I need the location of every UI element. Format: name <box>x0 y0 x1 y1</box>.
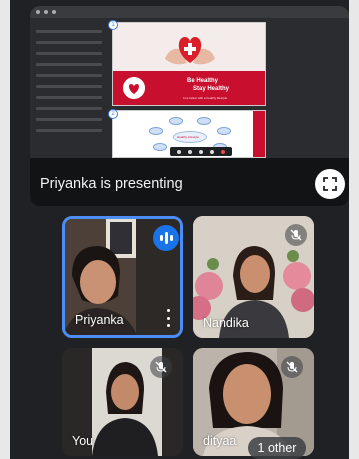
participant-tile-you[interactable]: You <box>62 348 183 456</box>
fullscreen-icon <box>323 177 337 191</box>
more-options-icon[interactable] <box>165 309 171 327</box>
mic-off-icon <box>150 356 172 378</box>
heart-hands-image <box>165 37 215 65</box>
slide-number-badge: 2 <box>108 109 118 119</box>
participant-name: dityaa <box>203 434 237 448</box>
participant-name: Nandika <box>203 316 249 330</box>
slide-tagline-1: Be Healthy <box>187 78 219 84</box>
participant-name: Priyanka <box>75 313 124 327</box>
slide-tagline-2: Stay Healthy <box>193 86 230 92</box>
participant-tile-priyanka[interactable]: Priyanka <box>62 216 183 338</box>
shared-screen: Be Healthy Stay Healthy Live better with… <box>30 6 349 158</box>
browser-dot <box>36 10 40 14</box>
meet-call-screen: Be Healthy Stay Healthy Live better with… <box>10 0 349 459</box>
presentation-area[interactable]: Be Healthy Stay Healthy Live better with… <box>30 6 349 206</box>
shared-browser-bar <box>30 6 349 18</box>
slide-tagline-small: Live better with a healthy lifestyle <box>183 96 228 100</box>
slide-number-badge: 1 <box>108 20 118 30</box>
speaking-indicator-icon <box>153 225 179 251</box>
browser-dot <box>52 10 56 14</box>
mic-off-icon <box>281 356 303 378</box>
participant-tile-nandika[interactable]: Nandika <box>193 216 314 338</box>
slide-thumbnail-1: Be Healthy Stay Healthy Live better with… <box>112 22 266 106</box>
shared-meet-controls <box>170 147 232 156</box>
fullscreen-button[interactable] <box>315 169 345 199</box>
participant-name: You <box>72 434 94 448</box>
presenting-label: Priyanka is presenting <box>40 176 183 192</box>
other-participants-button[interactable]: 1 other <box>248 437 306 459</box>
mic-off-icon <box>285 224 307 246</box>
shared-sidebar <box>34 22 104 154</box>
slide-2-title: Healthy Lifestyle <box>177 135 200 139</box>
heart-logo-icon <box>123 77 145 99</box>
browser-dot <box>44 10 48 14</box>
